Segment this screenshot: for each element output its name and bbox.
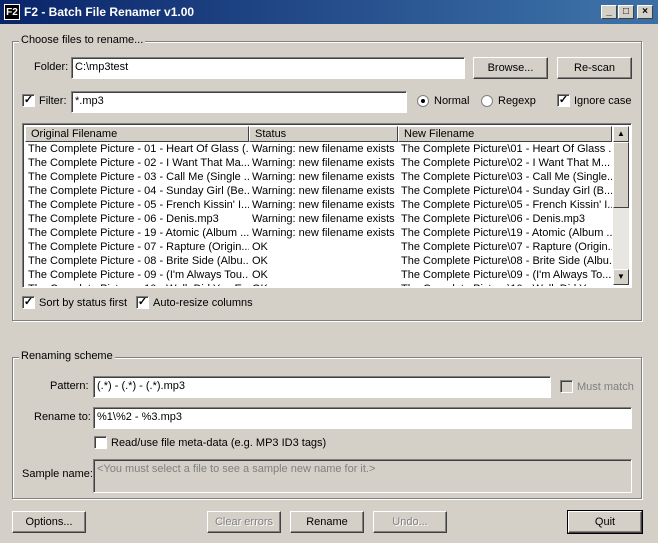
status-cell: Warning: new filename exists: [252, 199, 395, 211]
new-filename-cell: The Complete Picture\02 - I Want That M.…: [401, 157, 611, 169]
sort-status-label: Sort by status first: [39, 297, 128, 309]
regexp-radio-label: Regexp: [498, 95, 536, 107]
pattern-label: Pattern:: [50, 380, 89, 392]
original-filename-cell: The Complete Picture - 09 - (I'm Always …: [28, 269, 249, 281]
quit-button[interactable]: Quit: [567, 510, 643, 534]
new-filename-cell: The Complete Picture\01 - Heart Of Glass…: [401, 143, 612, 155]
file-list-header: Original Filename Status New Filename: [25, 126, 612, 142]
pattern-input[interactable]: (.*) - (.*) - (.*).mp3: [93, 376, 551, 398]
status-cell: OK: [249, 282, 398, 286]
rename-to-label: Rename to:: [34, 411, 91, 423]
sample-name-label: Sample name:: [22, 468, 93, 480]
choose-files-group-title: Choose files to rename...: [19, 34, 146, 46]
regexp-radio[interactable]: [481, 95, 493, 107]
browse-button[interactable]: Browse...: [473, 57, 548, 79]
rename-button[interactable]: Rename: [290, 511, 364, 533]
sort-status-checkbox[interactable]: ✓: [22, 296, 35, 309]
original-filename-cell: The Complete Picture - 07 - Rapture (Ori…: [28, 241, 249, 253]
must-match-checkbox[interactable]: [560, 380, 573, 393]
original-filename-cell: The Complete Picture - 19 - Atomic (Albu…: [28, 227, 249, 239]
ignore-case-label: Ignore case: [574, 95, 632, 107]
status-cell: Warning: new filename exists: [252, 185, 395, 197]
auto-resize-label: Auto-resize columns: [153, 297, 253, 309]
file-list-scrollbar[interactable]: ▲ ▼: [613, 126, 629, 285]
new-filename-cell: The Complete Picture\06 - Denis.mp3: [401, 213, 586, 225]
filter-input[interactable]: *.mp3: [71, 91, 407, 113]
table-row[interactable]: The Complete Picture - 02 - I Want That …: [25, 156, 615, 170]
table-row[interactable]: The Complete Picture - 01 - Heart Of Gla…: [25, 142, 615, 156]
new-filename-cell: The Complete Picture\07 - Rapture (Origi…: [401, 241, 612, 253]
original-filename-cell: The Complete Picture - 01 - Heart Of Gla…: [28, 143, 249, 155]
table-row[interactable]: The Complete Picture - 10 - Well, Did Yo…: [25, 282, 615, 286]
folder-label: Folder:: [34, 61, 69, 73]
original-filename-cell: The Complete Picture - 02 - I Want That …: [28, 157, 249, 169]
column-new-filename[interactable]: New Filename: [398, 126, 612, 142]
renaming-scheme-group-title: Renaming scheme: [19, 350, 115, 362]
file-list[interactable]: Original Filename Status New Filename Th…: [22, 123, 632, 288]
metadata-label: Read/use file meta-data (e.g. MP3 ID3 ta…: [111, 437, 327, 449]
maximize-button[interactable]: □: [618, 5, 634, 19]
new-filename-cell: The Complete Picture\05 - French Kissin'…: [401, 199, 612, 211]
new-filename-cell: The Complete Picture\09 - (I'm Always To…: [401, 269, 612, 281]
table-row[interactable]: The Complete Picture - 08 - Brite Side (…: [25, 254, 615, 268]
table-row[interactable]: The Complete Picture - 05 - French Kissi…: [25, 198, 615, 212]
undo-button[interactable]: Undo...: [373, 511, 447, 533]
sample-name-field: <You must select a file to see a sample …: [93, 459, 632, 493]
rescan-button[interactable]: Re-scan: [557, 57, 632, 79]
status-cell: Warning: new filename exists: [252, 157, 395, 169]
original-filename-cell: The Complete Picture - 04 - Sunday Girl …: [28, 185, 249, 197]
new-filename-cell: The Complete Picture\10 - Well, Did You …: [398, 282, 612, 286]
clear-errors-button[interactable]: Clear errors: [207, 511, 281, 533]
window-title: F2 - Batch File Renamer v1.00: [24, 5, 195, 19]
scroll-up-icon[interactable]: ▲: [613, 126, 629, 142]
table-row[interactable]: The Complete Picture - 03 - Call Me (Sin…: [25, 170, 615, 184]
table-row[interactable]: The Complete Picture - 09 - (I'm Always …: [25, 268, 615, 282]
original-filename-cell: The Complete Picture - 06 - Denis.mp3: [28, 213, 219, 225]
original-filename-cell: The Complete Picture - 08 - Brite Side (…: [28, 255, 249, 267]
original-filename-cell: The Complete Picture - 05 - French Kissi…: [28, 199, 249, 211]
table-row[interactable]: The Complete Picture - 19 - Atomic (Albu…: [25, 226, 615, 240]
minimize-button[interactable]: _: [601, 5, 617, 19]
normal-radio[interactable]: [417, 95, 429, 107]
new-filename-cell: The Complete Picture\19 - Atomic (Album …: [401, 227, 612, 239]
ignore-case-checkbox[interactable]: ✓: [557, 94, 570, 107]
status-cell: OK: [252, 255, 268, 267]
status-cell: OK: [252, 269, 268, 281]
original-filename-cell: The Complete Picture - 10 - Well, Did Yo…: [25, 282, 249, 286]
auto-resize-checkbox[interactable]: ✓: [136, 296, 149, 309]
file-list-body: The Complete Picture - 01 - Heart Of Gla…: [25, 142, 615, 286]
table-row[interactable]: The Complete Picture - 06 - Denis.mp3 War…: [25, 212, 615, 226]
original-filename-cell: The Complete Picture - 03 - Call Me (Sin…: [28, 171, 249, 183]
metadata-checkbox[interactable]: [94, 436, 107, 449]
filter-checkbox[interactable]: ✓: [22, 94, 35, 107]
status-cell: OK: [252, 241, 268, 253]
new-filename-cell: The Complete Picture\08 - Brite Side (Al…: [401, 255, 612, 267]
folder-input[interactable]: C:\mp3test: [71, 57, 465, 79]
table-row[interactable]: The Complete Picture - 07 - Rapture (Ori…: [25, 240, 615, 254]
column-status[interactable]: Status: [249, 126, 398, 142]
close-button[interactable]: ×: [637, 5, 653, 19]
status-cell: Warning: new filename exists: [252, 171, 395, 183]
rename-to-input[interactable]: %1\%2 - %3.mp3: [93, 407, 632, 429]
options-button[interactable]: Options...: [12, 511, 86, 533]
status-cell: Warning: new filename exists: [252, 227, 395, 239]
column-original-filename[interactable]: Original Filename: [25, 126, 249, 142]
scroll-thumb[interactable]: [613, 142, 629, 208]
app-icon: F2: [4, 4, 20, 20]
scroll-down-icon[interactable]: ▼: [613, 269, 629, 285]
table-row[interactable]: The Complete Picture - 04 - Sunday Girl …: [25, 184, 615, 198]
new-filename-cell: The Complete Picture\04 - Sunday Girl (B…: [401, 185, 612, 197]
normal-radio-label: Normal: [434, 95, 470, 107]
filter-label: Filter:: [39, 95, 67, 107]
new-filename-cell: The Complete Picture\03 - Call Me (Singl…: [401, 171, 612, 183]
status-cell: Warning: new filename exists: [252, 213, 395, 225]
must-match-label: Must match: [577, 381, 634, 393]
title-bar[interactable]: F2 F2 - Batch File Renamer v1.00 _ □ ×: [0, 0, 658, 24]
status-cell: Warning: new filename exists: [252, 143, 395, 155]
